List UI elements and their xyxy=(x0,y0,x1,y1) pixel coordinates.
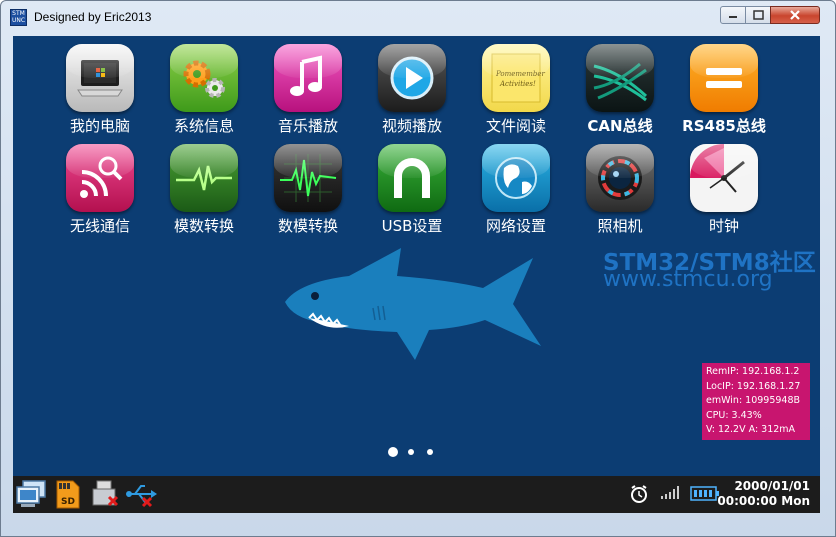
app-label: 系统信息 xyxy=(173,117,234,135)
app-file-reader[interactable]: Pomemember Activities! 文件阅读 xyxy=(464,44,568,135)
local-ip: LocIP: 192.168.1.27 xyxy=(706,380,801,392)
signal-bars-icon xyxy=(661,486,679,499)
maximize-icon xyxy=(753,10,764,20)
waveform-icon xyxy=(170,144,238,212)
app-camera[interactable]: 照相机 xyxy=(568,144,672,235)
alarm-clock-icon[interactable] xyxy=(629,484,649,504)
can-bus-icon xyxy=(586,44,654,112)
battery-icon xyxy=(690,486,719,501)
shark-illustration xyxy=(285,248,541,360)
svg-text:Pomemember: Pomemember xyxy=(495,70,545,78)
app-rs485-bus[interactable]: RS485总线 xyxy=(672,44,776,135)
camera-lens-icon xyxy=(586,144,654,212)
sd-card-icon[interactable]: SD xyxy=(53,479,83,510)
app-label: 数模转换 xyxy=(277,217,338,235)
app-label: 无线通信 xyxy=(69,217,130,235)
app-label: 视频播放 xyxy=(381,117,442,135)
computer-icon xyxy=(66,44,134,112)
app-label: CAN总线 xyxy=(587,117,653,135)
globe-icon xyxy=(482,144,550,212)
date-text: 2000/01/01 xyxy=(734,479,810,493)
gears-icon xyxy=(170,44,238,112)
close-icon xyxy=(790,10,800,20)
usb-disconnected-icon[interactable] xyxy=(125,482,159,508)
usb-drive-disconnected-icon[interactable] xyxy=(89,479,121,510)
page-dot[interactable] xyxy=(427,449,433,455)
sd-card-label: SD xyxy=(61,497,75,507)
clock-icon xyxy=(690,144,758,212)
app-system-info[interactable]: 系统信息 xyxy=(152,44,256,135)
emwin-desktop: 我的电脑 系统信息 音乐播放 视频播放 Pomemember Activitie… xyxy=(13,36,820,476)
page-dot[interactable] xyxy=(408,449,414,455)
minimize-button[interactable] xyxy=(720,6,746,24)
usb-arch-icon xyxy=(378,144,446,212)
app-label: RS485总线 xyxy=(682,117,766,135)
app-label: USB设置 xyxy=(381,217,443,235)
cpu-usage: CPU: 3.43% xyxy=(706,409,762,421)
title-bar[interactable]: STM UNC Designed by Eric2013 xyxy=(0,0,836,34)
sticky-note-icon: Pomemember Activities! xyxy=(482,44,550,112)
page-dot-active[interactable] xyxy=(388,447,398,457)
app-label: 文件阅读 xyxy=(485,117,546,135)
minimize-icon xyxy=(729,16,737,18)
app-label: 时钟 xyxy=(708,217,739,235)
app-wireless[interactable]: 无线通信 xyxy=(48,144,152,235)
app-can-bus[interactable]: CAN总线 xyxy=(568,44,672,135)
app-music-player[interactable]: 音乐播放 xyxy=(256,44,360,135)
music-note-icon xyxy=(274,44,342,112)
app-network-settings[interactable]: 网络设置 xyxy=(464,144,568,235)
app-label: 照相机 xyxy=(597,217,643,235)
taskbar: SD 2000/01/01 00:00:00 Mon xyxy=(13,476,820,513)
oscilloscope-icon xyxy=(274,144,342,212)
app-adc[interactable]: 模数转换 xyxy=(152,144,256,235)
status-info-panel: RemIP: 192.168.1.2 LocIP: 192.168.1.27 e… xyxy=(702,363,810,440)
app-dac[interactable]: 数模转换 xyxy=(256,144,360,235)
app-logo-icon: STM UNC xyxy=(10,9,27,26)
power-readout: V: 12.2V A: 312mA xyxy=(706,424,796,435)
window-title: Designed by Eric2013 xyxy=(34,10,152,24)
watermark-url: www.stmcu.org xyxy=(603,267,773,292)
app-usb-settings[interactable]: USB设置 xyxy=(360,144,464,235)
maximize-button[interactable] xyxy=(745,6,771,24)
app-label: 网络设置 xyxy=(485,217,546,235)
time-text: 00:00:00 Mon xyxy=(717,494,810,508)
app-label: 音乐播放 xyxy=(277,117,338,135)
emwin-memory: emWin: 10995948B xyxy=(706,395,801,406)
app-label: 模数转换 xyxy=(173,217,234,235)
close-button[interactable] xyxy=(770,6,820,24)
remote-ip: RemIP: 192.168.1.2 xyxy=(706,366,800,377)
network-computers-icon[interactable] xyxy=(15,479,49,509)
taskbar-clock: 2000/01/01 00:00:00 Mon xyxy=(717,479,810,509)
app-my-computer[interactable]: 我的电脑 xyxy=(48,44,152,135)
equals-icon xyxy=(690,44,758,112)
app-label: 我的电脑 xyxy=(69,117,130,135)
app-clock[interactable]: 时钟 xyxy=(672,144,776,235)
wireless-icon xyxy=(66,144,134,212)
play-icon xyxy=(378,44,446,112)
app-video-player[interactable]: 视频播放 xyxy=(360,44,464,135)
svg-text:Activities!: Activities! xyxy=(499,80,536,88)
